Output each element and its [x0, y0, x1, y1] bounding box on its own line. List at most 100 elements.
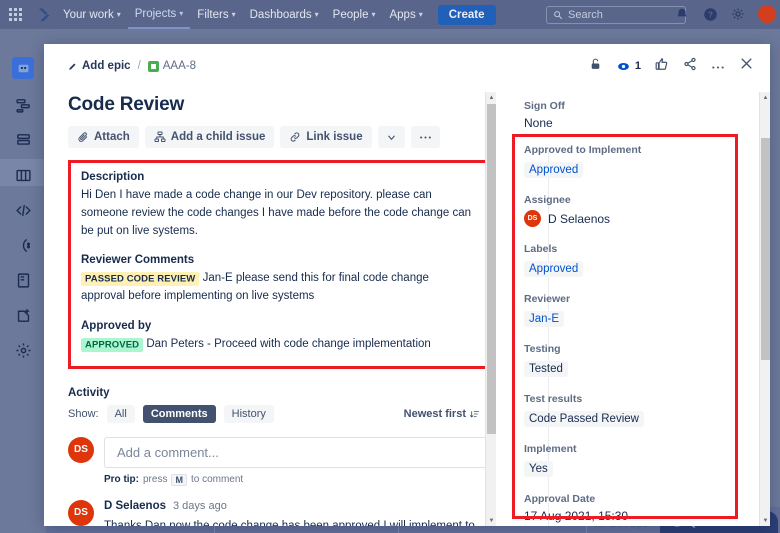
- nav-dashboards[interactable]: Dashboards▾: [243, 0, 326, 29]
- add-comment-row: DS Add a comment...: [68, 437, 488, 468]
- add-epic-button[interactable]: Add epic: [68, 60, 131, 72]
- tab-comments[interactable]: Comments: [143, 405, 216, 423]
- close-icon[interactable]: [739, 56, 754, 76]
- main-pane-scrollbar[interactable]: ▲ ▼: [485, 92, 496, 526]
- attach-button[interactable]: Attach: [68, 126, 139, 148]
- description-body[interactable]: Hi Den I have made a code change in our …: [81, 187, 475, 240]
- search-box[interactable]: Search: [546, 6, 686, 24]
- modal-header-actions: 1: [589, 56, 754, 76]
- nav-apps-label: Apps: [389, 9, 415, 21]
- actions-dropdown-button[interactable]: [378, 126, 405, 148]
- nav-filters[interactable]: Filters▾: [190, 0, 242, 29]
- scroll-down-arrow[interactable]: ▼: [486, 515, 496, 526]
- pro-tip: Pro tip: press M to comment: [104, 474, 488, 486]
- approved-badge: APPROVED: [81, 338, 143, 352]
- assignee-value[interactable]: DS D Selaenos: [524, 210, 744, 227]
- watch-button[interactable]: 1: [616, 60, 641, 73]
- field-label: Assignee: [524, 194, 744, 206]
- chevron-down-icon: ▾: [315, 10, 319, 19]
- activity-filter-row: Show: All Comments History Newest first: [68, 405, 488, 423]
- field-value[interactable]: Jan-E: [524, 311, 564, 327]
- sidebar-item-roadmap[interactable]: [14, 96, 32, 114]
- field-value[interactable]: Tested: [524, 361, 568, 377]
- scroll-up-arrow[interactable]: ▲: [760, 92, 770, 103]
- app-switcher-button[interactable]: [0, 8, 30, 21]
- add-epic-label: Add epic: [82, 60, 131, 72]
- chevron-down-icon: [386, 132, 397, 143]
- field-value-wrap: Jan-E: [524, 309, 744, 327]
- nav-people[interactable]: People▾: [326, 0, 383, 29]
- sidebar-item-pages[interactable]: [14, 271, 32, 289]
- create-button[interactable]: Create: [438, 5, 496, 25]
- field-value[interactable]: 17 Aug 2021, 15:30: [524, 509, 744, 523]
- field-value[interactable]: Yes: [524, 461, 553, 477]
- pro-tip-suffix: to comment: [191, 474, 243, 485]
- project-avatar[interactable]: [12, 57, 34, 79]
- thumbs-up-icon[interactable]: [655, 57, 669, 76]
- description-highlight-box: Description Hi Den I have made a code ch…: [68, 160, 488, 369]
- jira-logo-icon[interactable]: [30, 7, 56, 23]
- approved-by-body[interactable]: APPROVED Dan Peters - Proceed with code …: [81, 336, 475, 354]
- notifications-bell-icon[interactable]: [674, 6, 690, 22]
- field-value[interactable]: Approved: [524, 162, 583, 178]
- more-options-icon[interactable]: [711, 57, 725, 75]
- field-assignee: Assignee DS D Selaenos: [524, 194, 744, 227]
- issue-more-button[interactable]: [411, 126, 440, 148]
- link-issue-button[interactable]: Link issue: [280, 126, 371, 148]
- activity-show-label: Show:: [68, 408, 99, 420]
- reviewer-comments-body[interactable]: PASSED CODE REVIEW Jan-E please send thi…: [81, 270, 475, 306]
- avatar: DS: [68, 437, 94, 463]
- user-avatar[interactable]: [758, 5, 776, 23]
- sidebar-item-backlog[interactable]: [14, 131, 32, 149]
- top-navigation: Your work▾ Projects▾ Filters▾ Dashboards…: [0, 0, 780, 29]
- nav-your-work[interactable]: Your work▾: [56, 0, 128, 29]
- field-value[interactable]: None: [524, 116, 744, 130]
- sort-order-button[interactable]: Newest first: [404, 408, 480, 420]
- sidebar-item-add[interactable]: [14, 306, 32, 324]
- breadcrumb: Add epic / AAA-8: [68, 60, 196, 72]
- comment-header: D Selaenos 3 days ago: [104, 500, 488, 512]
- field-testing: Testing Tested: [524, 343, 744, 377]
- details-fields: Sign Off None Approved to Implement Appr…: [510, 92, 756, 526]
- settings-gear-icon[interactable]: [730, 6, 746, 22]
- project-sidebar: [0, 29, 46, 533]
- field-value[interactable]: Code Passed Review: [524, 411, 644, 427]
- comment-body: Thanks Dan now the code change has been …: [104, 518, 488, 526]
- unlock-icon[interactable]: [589, 57, 602, 76]
- search-icon: [553, 10, 563, 20]
- sidebar-item-project-settings[interactable]: [14, 341, 32, 359]
- pro-tip-mid: press: [143, 474, 167, 485]
- share-icon[interactable]: [683, 57, 697, 76]
- add-child-issue-button[interactable]: Add a child issue: [145, 126, 275, 148]
- passed-code-review-badge: PASSED CODE REVIEW: [81, 272, 199, 286]
- sidebar-item-code[interactable]: [14, 201, 32, 219]
- sort-descending-icon: [470, 409, 480, 419]
- sort-order-label: Newest first: [404, 408, 466, 420]
- tab-history[interactable]: History: [224, 405, 274, 423]
- field-label: Implement: [524, 443, 744, 455]
- comment-input[interactable]: Add a comment...: [104, 437, 488, 468]
- nav-projects-label: Projects: [135, 8, 177, 20]
- attach-label: Attach: [94, 131, 130, 143]
- scrollbar-thumb[interactable]: [761, 138, 770, 360]
- watch-eye-icon: [616, 60, 631, 73]
- nav-apps[interactable]: Apps▾: [382, 0, 429, 29]
- sidebar-item-board[interactable]: [14, 166, 32, 184]
- issue-action-buttons: Attach Add a child issue Link issue: [68, 126, 488, 148]
- field-value[interactable]: Approved: [524, 261, 583, 277]
- chevron-down-icon: ▾: [371, 10, 375, 19]
- scroll-down-arrow[interactable]: ▼: [760, 515, 770, 526]
- apps-grid-icon: [9, 8, 22, 21]
- add-child-issue-label: Add a child issue: [171, 131, 266, 143]
- modal-scrollbar[interactable]: ▲ ▼: [759, 92, 770, 526]
- approved-by-text: Dan Peters - Proceed with code change im…: [146, 338, 430, 350]
- scrollbar-thumb[interactable]: [487, 104, 496, 434]
- pencil-icon: [68, 61, 78, 71]
- sidebar-item-releases[interactable]: [14, 236, 32, 254]
- breadcrumb-issue-key[interactable]: AAA-8: [148, 60, 196, 72]
- nav-projects[interactable]: Projects▾: [128, 0, 191, 29]
- approved-by-label: Approved by: [81, 320, 475, 332]
- scroll-up-arrow[interactable]: ▲: [486, 92, 496, 103]
- help-icon[interactable]: ?: [702, 6, 718, 22]
- tab-all[interactable]: All: [107, 405, 135, 423]
